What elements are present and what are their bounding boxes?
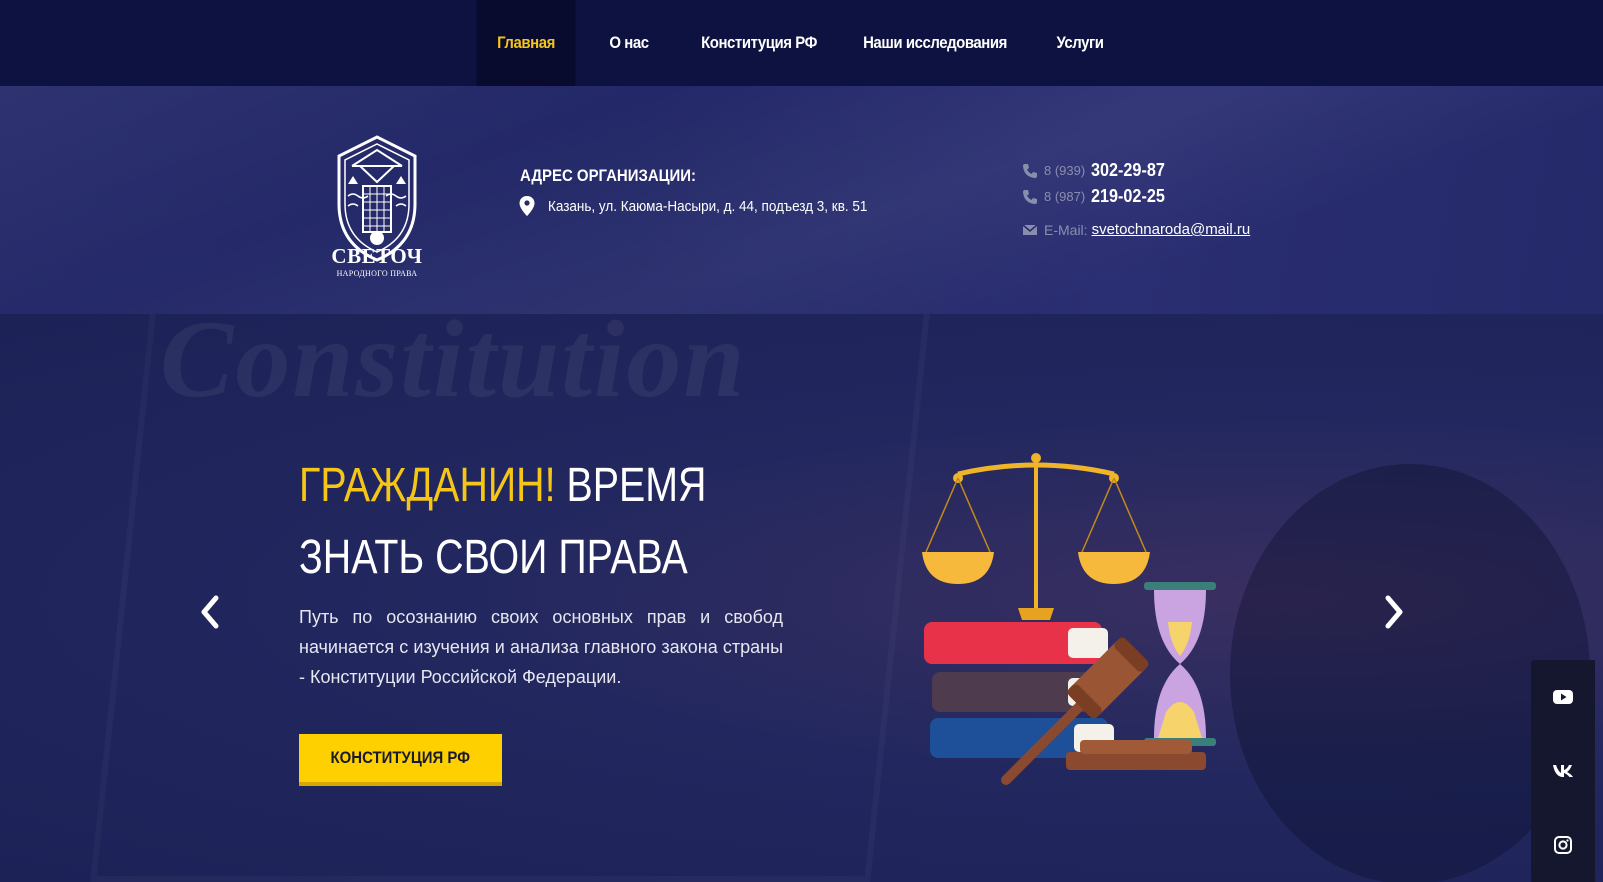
- justice-illustration: [922, 453, 1216, 785]
- slider-next-arrow-icon[interactable]: [1382, 594, 1406, 630]
- social-sidebar: [1531, 660, 1595, 882]
- hero-lead-text: Путь по осознанию своих основных прав и …: [299, 607, 783, 687]
- logo-subtitle: НАРОДНОГО ПРАВА: [336, 269, 418, 278]
- phone-row-1[interactable]: 8 (939) 302-29-87: [1022, 160, 1173, 181]
- youtube-icon: [1553, 690, 1573, 704]
- slider-prev-arrow-icon[interactable]: [198, 594, 222, 630]
- nav-item-constitution[interactable]: Конституция РФ: [686, 0, 832, 86]
- phone-number-2[interactable]: 219-02-25: [1091, 186, 1165, 207]
- nav-item-services[interactable]: Услуги: [1034, 0, 1126, 86]
- social-vk[interactable]: [1531, 734, 1595, 808]
- nav-item-research[interactable]: Наши исследования: [853, 0, 1017, 86]
- nav-item-home[interactable]: Главная: [476, 0, 576, 86]
- social-instagram[interactable]: [1531, 808, 1595, 882]
- phone-icon: [1023, 189, 1037, 204]
- map-pin-icon: [519, 196, 535, 216]
- email-label: E-Mail:: [1044, 221, 1088, 238]
- email-link[interactable]: svetochnaroda@mail.ru: [1092, 221, 1251, 238]
- phone-icon: [1023, 163, 1037, 178]
- phone-code-2: 8 (987): [1044, 189, 1086, 204]
- nav-item-about[interactable]: О нас: [588, 0, 671, 86]
- header-info-band: СВЕТОЧ НАРОДНОГО ПРАВА АДРЕС ОРГАНИЗАЦИИ…: [0, 86, 1603, 314]
- hourglass-icon: [1144, 582, 1216, 746]
- phone-row-2[interactable]: 8 (987) 219-02-25: [1022, 186, 1173, 207]
- headline-rest: ВРЕМЯ: [566, 459, 707, 512]
- hero-watermark: Constitution: [160, 314, 747, 420]
- phone-code-1: 8 (939): [1044, 163, 1086, 178]
- email-row: E-Mail: svetochnaroda@mail.ru: [1022, 221, 1250, 238]
- instagram-icon: [1554, 836, 1572, 854]
- headline-line2: ЗНАТЬ СВОИ ПРАВА: [299, 531, 688, 584]
- top-navbar: Главная О нас Конституция РФ Наши исслед…: [0, 0, 1603, 86]
- phone-number-1[interactable]: 302-29-87: [1091, 160, 1165, 181]
- vk-icon: [1553, 765, 1573, 777]
- nav-menu: Главная О нас Конституция РФ Наши исслед…: [470, 0, 1132, 86]
- social-youtube[interactable]: [1531, 660, 1595, 734]
- address-label: АДРЕС ОРГАНИЗАЦИИ:: [520, 166, 697, 185]
- scales-icon: [922, 453, 1150, 620]
- constitution-button-label: КОНСТИТУЦИЯ РФ: [330, 748, 471, 767]
- logo-title: СВЕТОЧ: [331, 244, 423, 268]
- address-text: Казань, ул. Каюма-Насыри, д. 44, подъезд…: [548, 198, 868, 215]
- envelope-icon: [1022, 223, 1038, 235]
- headline-accent: ГРАЖДАНИН!: [299, 459, 556, 512]
- constitution-button[interactable]: КОНСТИТУЦИЯ РФ: [299, 734, 502, 786]
- hero-headline: ГРАЖДАНИН! ВРЕМЯ ЗНАТЬ СВОИ ПРАВА: [299, 450, 706, 594]
- hero-slider: Constitution ГРАЖДАНИН! ВРЕМЯ ЗНАТЬ СВОИ…: [0, 314, 1603, 882]
